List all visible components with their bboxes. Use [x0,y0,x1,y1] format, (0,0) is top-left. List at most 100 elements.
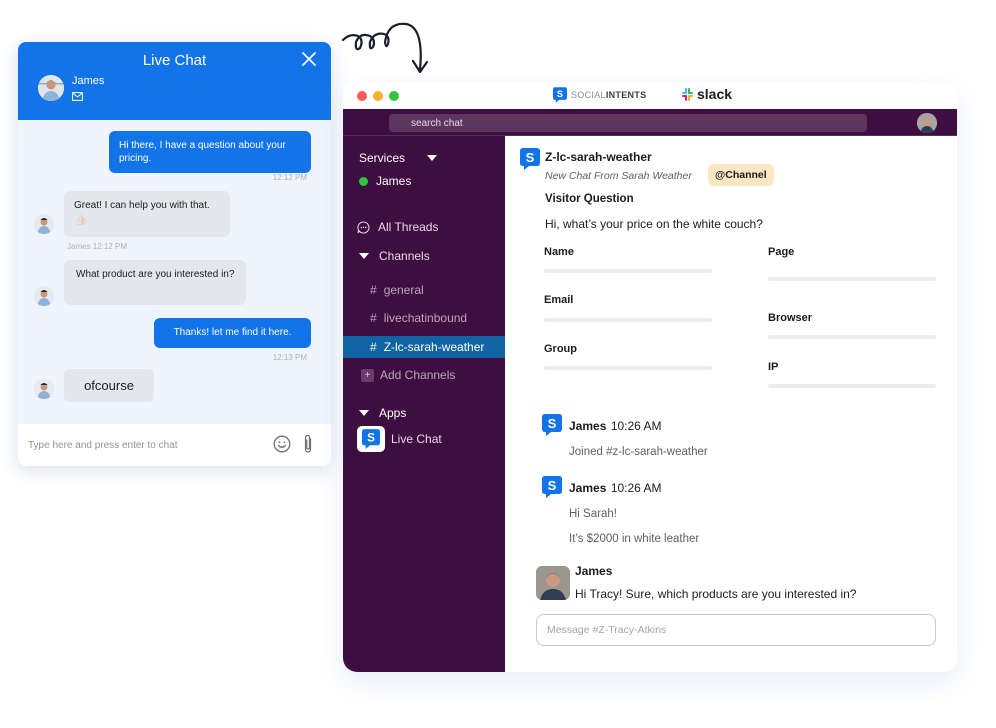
threads-icon [357,220,370,233]
socialintents-bot-icon: S [542,476,562,498]
user-avatar[interactable] [917,113,937,133]
field-page-value [768,277,936,281]
visitor-question-label: Visitor Question [545,193,634,205]
message-meta: James 12:12 PM [67,242,128,251]
svg-text:S: S [367,432,375,445]
app-name: Live Chat [391,432,442,446]
incoming-message: ofcourse [64,369,154,402]
field-email-label: Email [544,294,574,306]
smiley-icon[interactable] [273,435,291,453]
chat-message-input[interactable] [28,424,258,466]
add-channels-button[interactable]: + Add Channels [361,368,455,382]
svg-text:S: S [548,478,557,493]
apps-section-toggle[interactable]: Apps [359,406,406,420]
field-name-value [544,269,712,273]
live-chat-app-icon: S [357,426,385,452]
outgoing-message: Hi there, I have a question about your p… [109,131,311,173]
slack-hash-icon [682,87,693,101]
search-input[interactable] [389,114,867,132]
sidebar-channel-livechatinbound[interactable]: # livechatinbound [343,307,505,329]
message-text: It’s $2000 in white leather [569,533,700,545]
services-menu[interactable]: Services [359,151,438,165]
field-group-value [544,366,712,370]
message-text: Thanks! let me find it here. [173,327,292,338]
brand-social: SOCIAL [571,90,606,100]
message-time: 10:26 AM [610,481,662,495]
message-text: Hi there, I have a question about your p… [119,140,286,164]
slack-topbar [343,109,957,136]
window-titlebar: S SOCIAL INTENTS slack [343,82,957,109]
message-time: 10:26 AM [610,419,662,433]
services-label: Services [359,151,406,165]
live-chat-widget: Live Chat James Hi there, I have a quest… [18,42,331,466]
socialintents-bot-icon: S [542,414,562,436]
field-browser-value [768,335,936,339]
minimize-window-button[interactable] [373,91,383,101]
agent-name: James [72,75,105,87]
sidebar-channel-general[interactable]: # general [343,279,505,301]
svg-text:S: S [557,89,563,99]
field-name-label: Name [544,246,574,258]
mail-icon[interactable] [72,92,83,101]
socialintents-icon: S [553,87,567,103]
caret-down-icon [359,410,369,416]
hash-icon: # [370,283,377,297]
incoming-message: Great! I can help you with that. 👍🏻 [64,191,230,237]
message-text: ofcourse [84,378,134,393]
channel-name: livechatinbound [383,311,468,325]
socialintents-logo: S SOCIAL INTENTS [553,87,646,103]
hash-icon: # [370,311,377,325]
paperclip-icon[interactable] [302,434,314,454]
message-timestamp: 12:12 PM [272,173,307,182]
caret-down-icon [427,155,438,161]
field-page-label: Page [768,246,795,258]
sidebar-user-name: James [376,174,412,188]
field-ip-value [768,384,936,388]
close-window-button[interactable] [357,91,367,101]
field-browser-label: Browser [768,312,813,324]
svg-text:S: S [526,150,535,165]
channel-pane: S Z-lc-sarah-weather New Chat From Sarah… [505,136,957,672]
curly-arrow-doodle [341,22,429,74]
field-email-value [544,318,712,322]
brand-intents: INTENTS [605,90,647,100]
caret-down-icon [359,253,369,259]
message-author[interactable]: James [569,481,606,495]
add-channels-label: Add Channels [380,368,456,382]
sidebar-channel-z-lc-sarah-weather[interactable]: # Z-lc-sarah-weather [343,336,505,358]
sidebar-app-live-chat[interactable]: S Live Chat [357,426,442,452]
close-icon[interactable] [301,51,317,67]
message-author[interactable]: James [575,564,612,578]
channel-name: general [383,283,424,297]
chat-transcript: Hi there, I have a question about your p… [18,120,331,424]
maximize-window-button[interactable] [389,91,399,101]
agent-avatar [38,75,64,101]
agent-avatar-small [34,286,54,306]
message-text: Joined #z-lc-sarah-weather [569,446,708,458]
presence-online-icon [359,176,368,186]
channels-label: Channels [379,249,430,263]
widget-header: Live Chat James [18,42,331,120]
channel-name: Z-lc-sarah-weather [383,340,485,354]
field-group-label: Group [544,343,577,355]
widget-title: Live Chat [142,52,207,69]
message-text: Hi Sarah! [569,508,617,520]
message-author[interactable]: James [569,419,606,433]
hash-icon: # [370,340,377,354]
svg-text:S: S [548,416,557,431]
james-avatar[interactable] [536,566,570,600]
message-compose-input[interactable] [536,614,936,646]
message-header: James 10:26 AM [569,479,662,497]
outgoing-message: Thanks! let me find it here. [154,318,311,348]
widget-input-bar [18,424,331,466]
slack-window: S SOCIALINTENTS slack Services Jame [343,82,957,672]
chat-subtitle: New Chat From Sarah Weather [545,170,692,182]
message-text: What product are you interested in? [76,269,235,280]
sidebar-item-all-threads[interactable]: All Threads [357,220,438,234]
sidebar-user[interactable]: James [359,174,411,188]
channels-section-toggle[interactable]: Channels [359,249,430,263]
message-text: Hi Tracy! Sure, which products are you i… [575,587,857,601]
visitor-question-text: Hi, what’s your price on the white couch… [545,217,763,231]
message-header: James 10:26 AM [569,417,662,435]
incoming-message: What product are you interested in? [64,260,246,305]
